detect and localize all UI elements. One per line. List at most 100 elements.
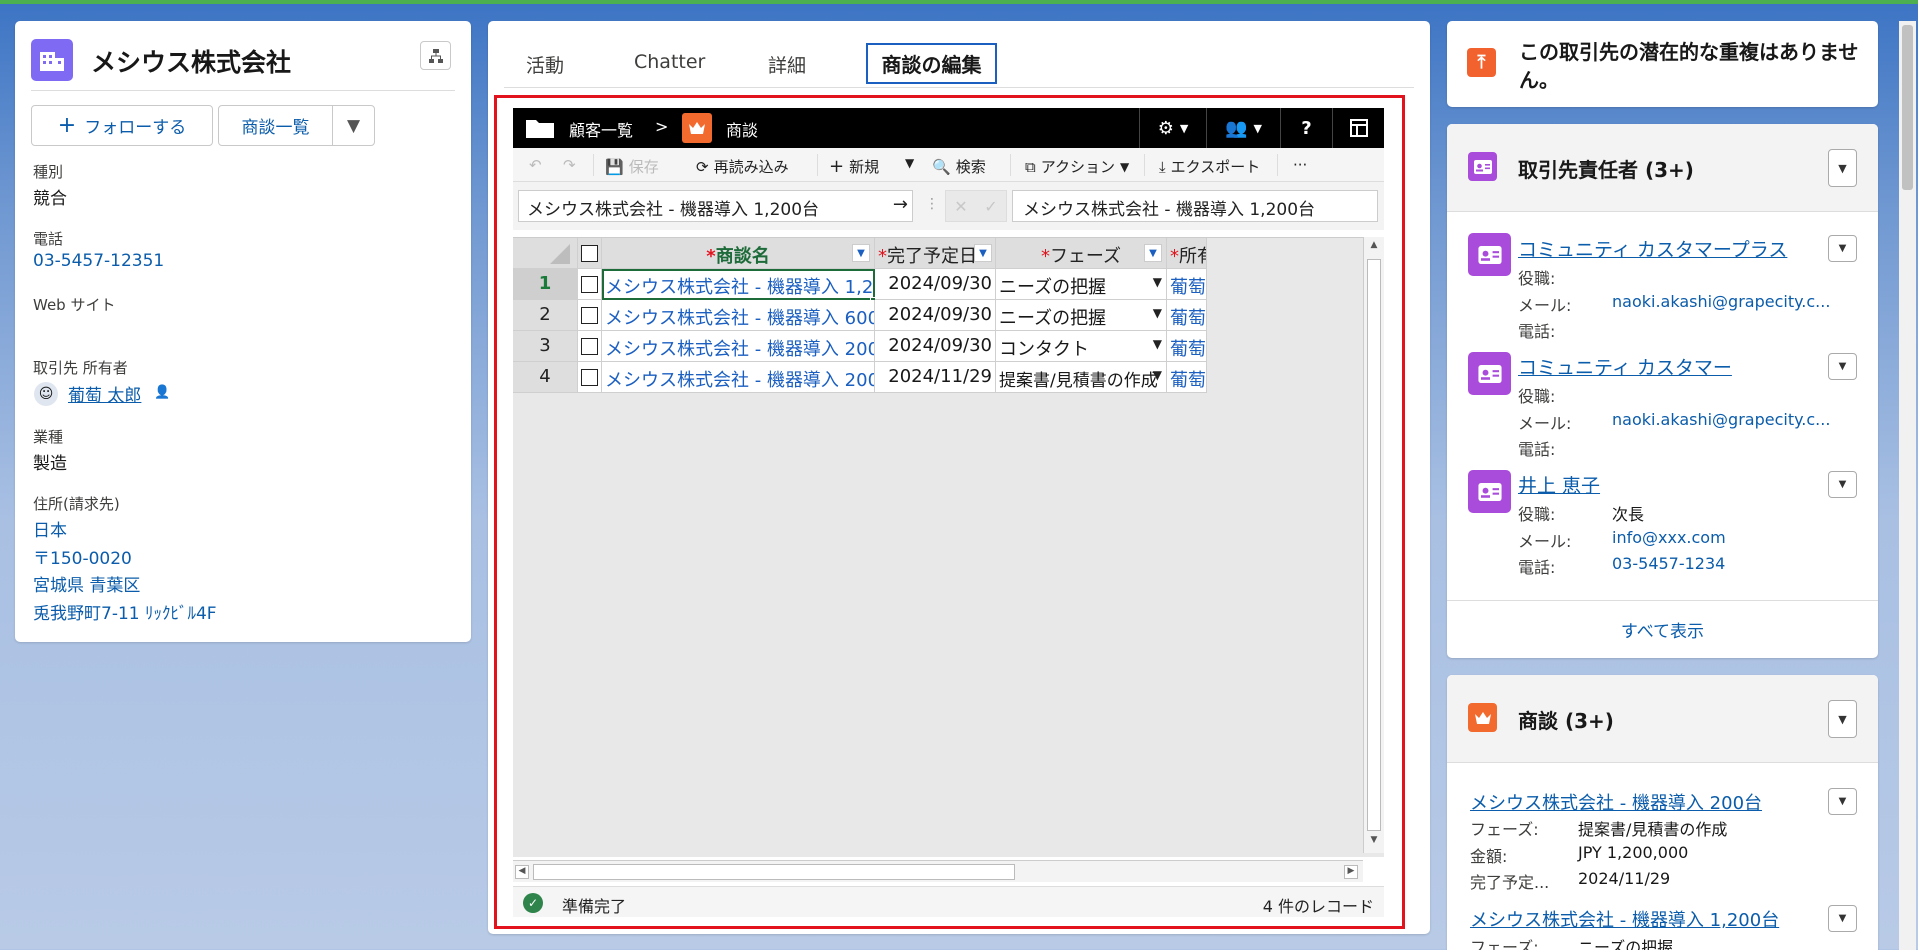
cancel-icon[interactable]: ✕: [954, 197, 967, 216]
horizontal-scrollbar[interactable]: ◀ ▶: [513, 860, 1363, 882]
new-button[interactable]: + 新規: [829, 156, 879, 177]
cell-close-date[interactable]: 2024/09/30: [875, 331, 996, 362]
cell-name-box[interactable]: メシウス株式会社 - 機器導入 1,200台 →: [518, 190, 913, 222]
filter-dropdown-icon[interactable]: ▼: [852, 244, 870, 262]
horizontal-scroll-thumb[interactable]: [533, 864, 1015, 880]
dropdown-arrow-icon[interactable]: ▼: [1153, 275, 1162, 289]
vertical-scrollbar[interactable]: ▲ ▼: [1363, 237, 1384, 853]
export-button[interactable]: ⤓ エクスポート: [1159, 156, 1260, 177]
reload-button[interactable]: ⟳ 再読み込み: [696, 156, 789, 177]
address-street[interactable]: 兎我野町7-11 ﾘｯｸﾋﾞﾙ4F: [33, 599, 217, 624]
cell-opportunity-name[interactable]: メシウス株式会社 - 機器導入 200台: [602, 362, 875, 393]
address-zip[interactable]: 〒150-0020: [33, 544, 132, 569]
cell-owner[interactable]: 葡萄: [1167, 331, 1207, 362]
row-number[interactable]: 4: [513, 362, 578, 393]
address-country[interactable]: 日本: [33, 516, 67, 541]
confirm-icon[interactable]: ✓: [984, 197, 997, 216]
cell-phase[interactable]: ニーズの把握 ▼: [996, 300, 1167, 331]
tab-detail[interactable]: 詳細: [768, 51, 806, 78]
hierarchy-button[interactable]: [420, 41, 451, 70]
follow-button[interactable]: + フォローする: [31, 105, 213, 146]
cell-close-date[interactable]: 2024/09/30: [875, 269, 996, 300]
settings-button[interactable]: ⚙ ▼: [1139, 108, 1206, 148]
row-checkbox[interactable]: [581, 338, 598, 355]
tab-chatter[interactable]: Chatter: [634, 51, 705, 73]
filter-dropdown-icon[interactable]: ▼: [974, 244, 992, 262]
cell-close-date[interactable]: 2024/09/30: [875, 300, 996, 331]
splitter-handle[interactable]: ⋮: [925, 196, 939, 212]
vertical-scroll-thumb[interactable]: [1367, 259, 1381, 831]
row-number[interactable]: 3: [513, 331, 578, 362]
scroll-down-icon[interactable]: ▼: [1367, 835, 1381, 849]
page-scroll-thumb[interactable]: [1902, 25, 1913, 190]
row-checkbox[interactable]: [581, 369, 598, 386]
opportunity-name-link[interactable]: メシウス株式会社 - 機器導入 200台: [1470, 789, 1762, 815]
redo-button[interactable]: ↷: [563, 156, 576, 174]
scroll-right-icon[interactable]: ▶: [1344, 865, 1358, 879]
opportunity-row-menu-button[interactable]: ▼: [1828, 788, 1857, 815]
cell-phase[interactable]: コンタクト ▼: [996, 331, 1167, 362]
layout-button[interactable]: [1332, 108, 1384, 148]
contacts-title[interactable]: 取引先責任者 (3+): [1518, 154, 1694, 183]
change-owner-icon[interactable]: 👤: [154, 385, 170, 400]
row-checkbox[interactable]: [581, 307, 598, 324]
opportunity-row-menu-button[interactable]: ▼: [1828, 905, 1857, 932]
help-button[interactable]: ?: [1280, 108, 1332, 148]
cell-opportunity-name[interactable]: メシウス株式会社 - 機器導入 200台: [602, 331, 875, 362]
dropdown-arrow-icon[interactable]: ▼: [1153, 306, 1162, 320]
cell-opportunity-name[interactable]: メシウス株式会社 - 機器導入 1,200台: [602, 269, 875, 300]
opportunity-name-link[interactable]: メシウス株式会社 - 機器導入 1,200台: [1470, 906, 1779, 932]
row-number[interactable]: 2: [513, 300, 578, 331]
more-button[interactable]: ···: [1293, 156, 1307, 174]
breadcrumb-parent[interactable]: 顧客一覧: [569, 117, 633, 141]
column-header-name[interactable]: *商談名 ▼: [602, 238, 875, 269]
column-header-phase[interactable]: *フェーズ ▼: [996, 238, 1167, 269]
column-header-close-date[interactable]: *完了予定日 ▼: [875, 238, 996, 269]
dropdown-arrow-icon[interactable]: ▼: [1153, 368, 1162, 382]
opportunities-menu-button[interactable]: ▼: [1828, 700, 1857, 738]
scroll-up-icon[interactable]: ▲: [1367, 240, 1381, 254]
sharing-button[interactable]: 👥 ▼: [1206, 108, 1280, 148]
opportunities-title[interactable]: 商談 (3+): [1518, 705, 1614, 734]
undo-button[interactable]: ↶: [529, 156, 542, 174]
contacts-menu-button[interactable]: ▼: [1828, 149, 1857, 187]
cell-phase[interactable]: 提案書/見積書の作成 ▼: [996, 362, 1167, 393]
contact-email-link[interactable]: info@xxx.com: [1612, 528, 1726, 547]
owner-link[interactable]: 葡萄 太郎: [68, 381, 141, 406]
column-header-owner[interactable]: *所有: [1167, 238, 1207, 269]
row-number[interactable]: 1: [513, 269, 578, 300]
contact-row-menu-button[interactable]: ▼: [1828, 471, 1857, 498]
cell-owner[interactable]: 葡萄: [1167, 300, 1207, 331]
contact-name-link[interactable]: コミュニティ カスタマープラス: [1518, 235, 1787, 262]
scroll-left-icon[interactable]: ◀: [515, 865, 529, 879]
cell-opportunity-name[interactable]: メシウス株式会社 - 機器導入 600台: [602, 300, 875, 331]
address-city[interactable]: 宮城県 青葉区: [33, 571, 140, 596]
contact-email-link[interactable]: naoki.akashi@grapecity.c...: [1612, 410, 1830, 429]
page-scrollbar[interactable]: [1899, 21, 1916, 950]
corner-cell[interactable]: [513, 238, 578, 269]
contact-row-menu-button[interactable]: ▼: [1828, 235, 1857, 262]
phone-link[interactable]: 03-5457-12351: [33, 251, 164, 271]
contact-phone-link[interactable]: 03-5457-1234: [1612, 554, 1725, 573]
select-all-checkbox[interactable]: [581, 245, 598, 262]
search-button[interactable]: 🔍 検索: [932, 156, 986, 177]
contact-row-menu-button[interactable]: ▼: [1828, 353, 1857, 380]
cell-owner[interactable]: 葡萄: [1167, 362, 1207, 393]
arrow-right-icon[interactable]: →: [893, 194, 908, 215]
filter-dropdown-icon[interactable]: ▼: [1144, 244, 1162, 262]
dropdown-arrow-icon[interactable]: ▼: [1153, 337, 1162, 351]
cell-close-date[interactable]: 2024/11/29: [875, 362, 996, 393]
new-dropdown-button[interactable]: ▼: [905, 156, 914, 170]
contact-name-link[interactable]: コミュニティ カスタマー: [1518, 353, 1732, 380]
row-checkbox[interactable]: [581, 276, 598, 293]
contact-name-link[interactable]: 井上 恵子: [1518, 471, 1600, 498]
action-button[interactable]: ⧉ アクション ▼: [1025, 156, 1129, 177]
more-actions-button[interactable]: ▼: [332, 105, 375, 146]
contact-email-link[interactable]: naoki.akashi@grapecity.c...: [1612, 292, 1830, 311]
view-all-contacts-link[interactable]: すべて表示: [1447, 600, 1878, 657]
cell-phase[interactable]: ニーズの把握 ▼: [996, 269, 1167, 300]
formula-input[interactable]: メシウス株式会社 - 機器導入 1,200台: [1012, 190, 1378, 222]
cell-owner[interactable]: 葡萄: [1167, 269, 1207, 300]
tab-activity[interactable]: 活動: [526, 51, 564, 78]
opportunity-list-button[interactable]: 商談一覧: [218, 105, 333, 146]
